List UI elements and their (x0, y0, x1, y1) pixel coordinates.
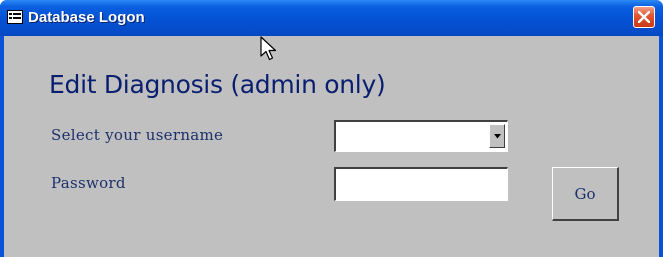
username-combobox[interactable] (334, 120, 508, 152)
dropdown-button[interactable] (489, 124, 505, 148)
close-button[interactable] (633, 6, 655, 28)
window-title: Database Logon (28, 9, 145, 26)
mouse-pointer-icon (260, 36, 277, 61)
title-bar[interactable]: Database Logon (0, 0, 663, 36)
form-heading: Edit Diagnosis (admin only) (49, 70, 386, 99)
password-label: Password (51, 174, 126, 192)
username-label: Select your username (51, 126, 224, 144)
close-icon (638, 11, 650, 23)
go-button[interactable]: Go (552, 167, 619, 221)
chevron-down-icon (494, 134, 501, 139)
form-icon (7, 9, 23, 25)
database-logon-window: Database Logon Edit Diagnosis (admin onl… (0, 0, 663, 257)
password-field[interactable] (334, 167, 508, 201)
